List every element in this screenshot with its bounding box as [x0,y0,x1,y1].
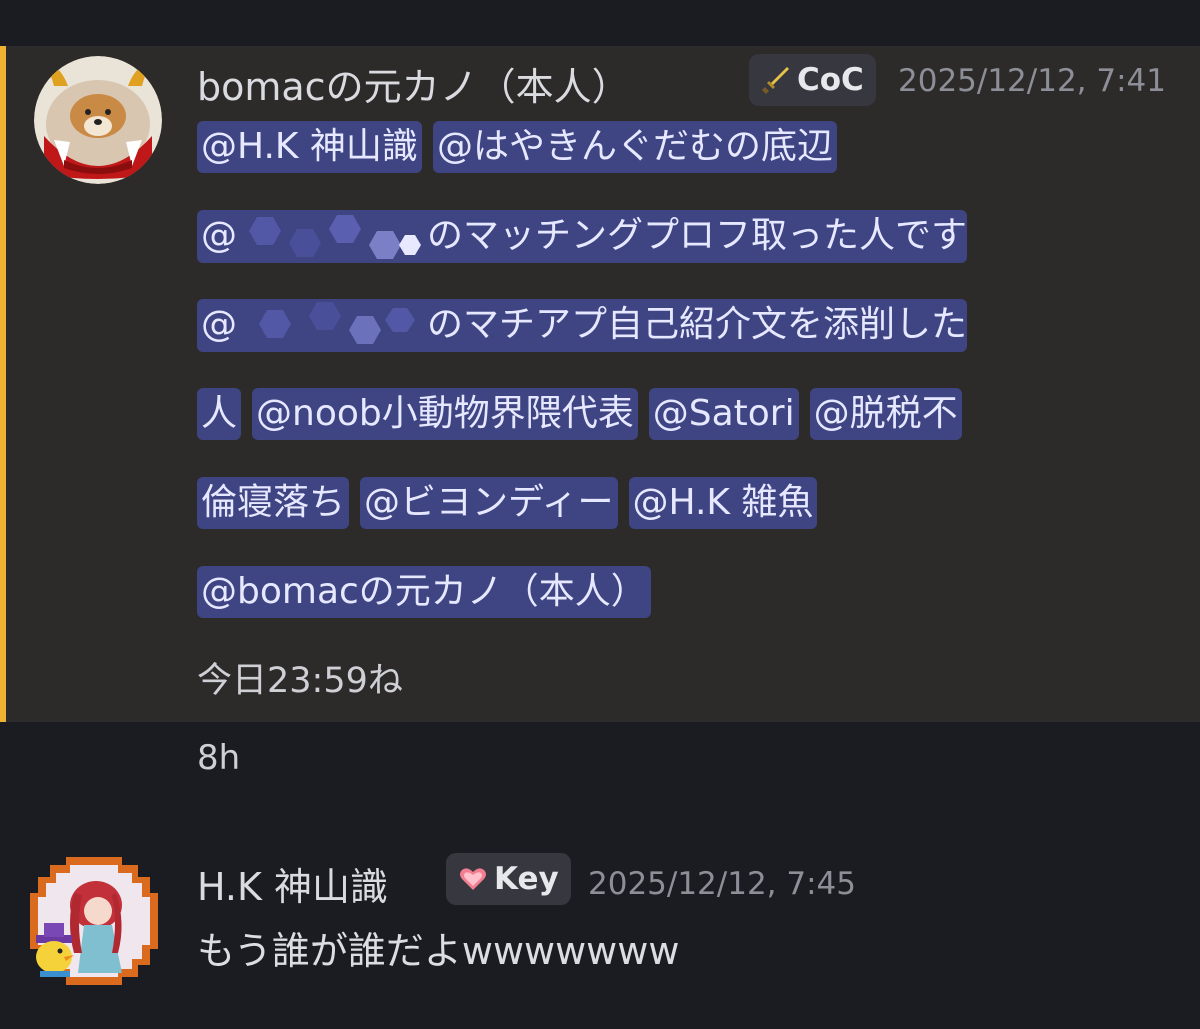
user-mention[interactable]: @bomacの元カノ（本人） [197,566,651,618]
user-mention[interactable]: @はやきんぐだむの底辺 [432,121,837,173]
user-mention[interactable]: 倫寝落ち [197,477,350,529]
user-mention[interactable]: @ のマチアプ自己紹介文を添削した [197,298,968,352]
role-tag[interactable]: CoC [749,54,876,106]
message-text: 今日23:59ね [197,661,403,701]
redacted-blur [237,210,427,263]
role-tag-label: Key [494,861,559,897]
anime-girl-duck-avatar-icon [30,857,158,985]
user-mention[interactable]: @noob小動物界隈代表 [252,388,638,440]
message-line: @H.K 神山識 @はやきんぐだむの底辺 [197,121,837,173]
shiba-oni-avatar-icon [34,56,162,184]
mention-highlight-bar [0,46,6,722]
message-timestamp[interactable]: 2025/12/12, 7:41 [898,63,1166,99]
relative-time: 8h [197,738,241,778]
user-mention[interactable]: @脱税不 [809,388,962,440]
message-line: 人 @noob小動物界隈代表 @Satori @脱税不 [197,388,962,440]
user-avatar[interactable] [26,853,162,989]
message-line: @ のマッチングプロフ取った人です [197,209,968,263]
message-line: 倫寝落ち @ビヨンディー @H.K 雑魚 [197,477,818,529]
mention-prefix: @ [201,214,237,256]
username[interactable]: H.K 神山識 [197,856,388,911]
user-mention[interactable]: @H.K 雑魚 [628,477,818,529]
mention-suffix: のマチアプ自己紹介文を添削した [427,303,968,345]
user-mention[interactable]: @Satori [648,388,799,440]
mention-suffix: のマッチングプロフ取った人です [427,214,968,256]
username[interactable]: bomacの元カノ（本人） [197,56,630,111]
user-mention[interactable]: @ビヨンディー [360,477,618,529]
message-line: @ のマチアプ自己紹介文を添削した [197,298,968,352]
user-mention[interactable]: 人 [197,388,242,440]
role-tag-label: CoC [797,62,864,98]
message-line: @bomacの元カノ（本人） [197,566,651,618]
user-mention[interactable]: @ のマッチングプロフ取った人です [197,209,968,263]
user-avatar[interactable] [34,56,162,184]
redacted-blur [237,299,427,352]
message-timestamp[interactable]: 2025/12/12, 7:45 [588,866,856,902]
mention-prefix: @ [201,303,237,345]
role-tag[interactable]: Key [446,853,571,905]
user-mention[interactable]: @H.K 神山識 [197,121,422,173]
sword-icon [761,65,791,95]
message-text: もう誰が誰だよwwwwwww [197,929,680,973]
heart-icon [458,864,488,894]
